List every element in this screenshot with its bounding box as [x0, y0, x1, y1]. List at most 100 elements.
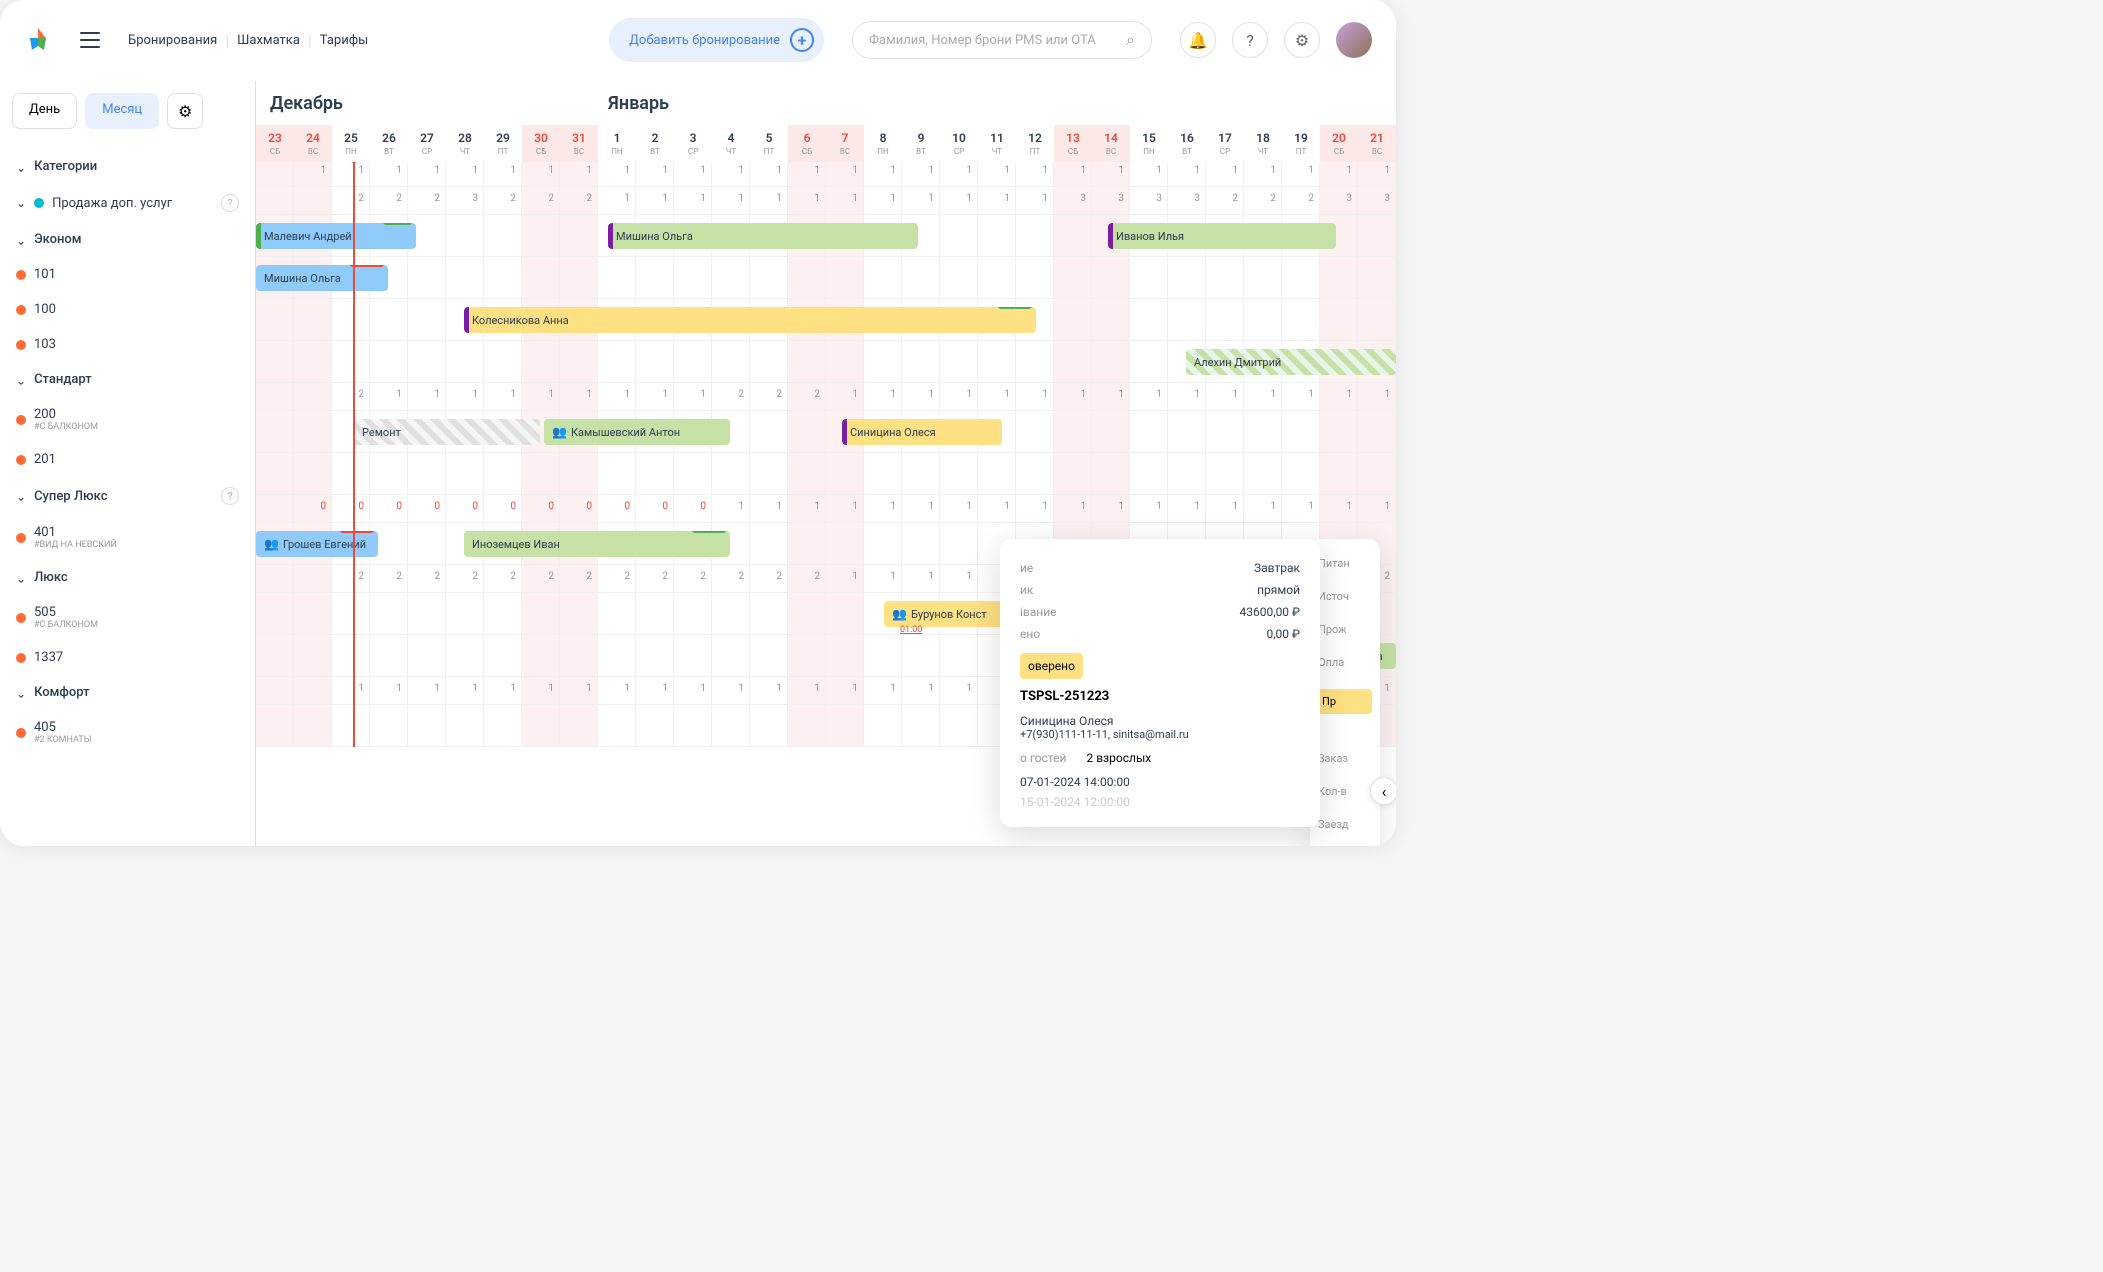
tooltip-labels: Питан Источ Прож Опла Пр Заказ Кол-в Зае… [1310, 539, 1380, 846]
day-col[interactable]: 1ПН [598, 125, 636, 162]
day-col[interactable]: 30СБ [522, 125, 560, 162]
month-january: Январь [594, 81, 683, 114]
booking-burunov[interactable]: 👥Бурунов Конст [884, 601, 1004, 627]
day-col[interactable]: 15ПН [1130, 125, 1168, 162]
nav-chess[interactable]: Шахматка [237, 29, 300, 52]
booking-remont[interactable]: Ремонт [354, 419, 540, 445]
booking-mishina2[interactable]: Мишина Ольга [608, 223, 918, 249]
menu-icon[interactable] [80, 32, 100, 48]
superlux-counts: 00000000000111111111111111111 [256, 495, 1396, 523]
day-col[interactable]: 2ВТ [636, 125, 674, 162]
collapse-panel-button[interactable]: ‹ [1370, 777, 1396, 805]
booking-mishina[interactable]: Мишина Ольга57940 [256, 265, 388, 291]
booking-kamyshevsky[interactable]: 👥Камышевский Антон [544, 419, 730, 445]
booking-inozemtsev[interactable]: Иноземцев Иван60340 [464, 531, 730, 557]
booking-alekhin[interactable]: Алехин Дмитрий [1186, 349, 1396, 375]
room-101[interactable]: 101 [12, 257, 243, 292]
settings-icon[interactable]: ⚙ [1284, 22, 1320, 58]
nav-bookings[interactable]: Бронирования [128, 29, 217, 52]
room-401[interactable]: 401#ВИД НА НЕВСКИЙ [12, 515, 243, 560]
search-icon[interactable]: ⌕ [1126, 30, 1135, 50]
room-100[interactable]: 100 [12, 292, 243, 327]
day-col[interactable]: 18ЧТ [1244, 125, 1282, 162]
add-booking-button[interactable]: Добавить бронирование + [609, 18, 824, 62]
room-201-track[interactable] [256, 453, 1396, 495]
day-col[interactable]: 3СР [674, 125, 712, 162]
room-201[interactable]: 201 [12, 442, 243, 477]
day-col[interactable]: 24ВС [294, 125, 332, 162]
day-col[interactable]: 16ВТ [1168, 125, 1206, 162]
search-wrap: ⌕ [852, 21, 1152, 59]
guest-contact: +7(930)111-11-11, sinitsa@mail.ru [1020, 728, 1300, 741]
category-Комфорт[interactable]: ⌃Комфорт [12, 675, 243, 710]
day-col[interactable]: 17СР [1206, 125, 1244, 162]
day-col[interactable]: 19ПТ [1282, 125, 1320, 162]
day-col[interactable]: 21ВС [1358, 125, 1396, 162]
people-icon: 👥 [552, 425, 567, 439]
room-103-track[interactable]: Колесникова Анна90720 [256, 299, 1396, 341]
category-Супер Люкс[interactable]: ⌃Супер Люкс? [12, 477, 243, 515]
day-col[interactable]: 6СБ [788, 125, 826, 162]
add-booking-label: Добавить бронирование [629, 33, 780, 48]
booking-code: TSPSL-251223 [1020, 689, 1300, 704]
booking-groshev[interactable]: 👥Грошев Евгений31030 [256, 531, 378, 557]
search-input[interactable] [869, 33, 1118, 48]
room-200[interactable]: 200#С БАЛКОНОМ [12, 397, 243, 442]
month-december: Декабрь [256, 81, 594, 114]
help-icon[interactable]: ? [221, 194, 239, 212]
category-Люкс[interactable]: ⌃Люкс [12, 560, 243, 595]
plus-icon: + [790, 28, 814, 52]
day-col[interactable]: 25ПН [332, 125, 370, 162]
day-col[interactable]: 10СР [940, 125, 978, 162]
avatar[interactable] [1336, 22, 1372, 58]
categories-row[interactable]: ⌃Категории [12, 149, 243, 184]
day-col[interactable]: 28ЧТ [446, 125, 484, 162]
day-col[interactable]: 20СБ [1320, 125, 1358, 162]
standart-header-track: Алехин Дмитрий [256, 341, 1396, 383]
day-col[interactable]: 5ПТ [750, 125, 788, 162]
day-col[interactable]: 13СБ [1054, 125, 1092, 162]
view-month-button[interactable]: Месяц [85, 93, 159, 129]
room-505[interactable]: 505#С БАЛКОНОМ [12, 595, 243, 640]
category-Эконом[interactable]: ⌃Эконом [12, 222, 243, 257]
booking-ivanov[interactable]: Иванов Илья [1108, 223, 1336, 249]
day-col[interactable]: 12ПТ [1016, 125, 1054, 162]
day-col[interactable]: 14ВС [1092, 125, 1130, 162]
guest-name: Синицина Олеся [1020, 714, 1300, 728]
booking-malevich[interactable]: Малевич Андрей3820 [256, 223, 416, 249]
room-1337[interactable]: 1337 [12, 640, 243, 675]
logo [24, 26, 52, 54]
status-badge: оверено [1020, 653, 1083, 679]
booking-kolesnikova[interactable]: Колесникова Анна90720 [464, 307, 1036, 333]
room-101-track[interactable]: Малевич Андрей3820 Мишина Ольга Иванов И… [256, 215, 1396, 257]
econom-counts: 2223222111111111111333322233 [256, 187, 1396, 215]
room-103[interactable]: 103 [12, 327, 243, 362]
addons-counts: 11111111111111111111111111111 [256, 159, 1396, 187]
day-col[interactable]: 11ЧТ [978, 125, 1016, 162]
room-405[interactable]: 405#2 КОМНАТЫ [12, 710, 243, 755]
day-col[interactable]: 27СР [408, 125, 446, 162]
chevron-up-icon: ⌃ [16, 160, 26, 174]
day-col[interactable]: 8ПН [864, 125, 902, 162]
day-col[interactable]: 7ВС [826, 125, 864, 162]
people-icon: 👥 [892, 607, 907, 621]
booking-sinitsina[interactable]: Синицина Олеся [842, 419, 1002, 445]
chevron-down-icon: ⌄ [16, 196, 26, 210]
help-icon[interactable]: ? [1232, 22, 1268, 58]
room-100-track[interactable]: Мишина Ольга57940 [256, 257, 1396, 299]
room-200-track[interactable]: Ремонт 👥Камышевский Антон Синицина Олеся [256, 411, 1396, 453]
view-settings-icon[interactable]: ⚙ [167, 93, 203, 129]
day-col[interactable]: 29ПТ [484, 125, 522, 162]
day-col[interactable]: 31ВС [560, 125, 598, 162]
addons-row[interactable]: ⌄Продажа доп. услуг? [12, 184, 243, 222]
day-col[interactable]: 26ВТ [370, 125, 408, 162]
day-col[interactable]: 9ВТ [902, 125, 940, 162]
category-Стандарт[interactable]: ⌃Стандарт [12, 362, 243, 397]
view-day-button[interactable]: День [12, 93, 77, 129]
standart-counts: 2111111111222111111111111111 [256, 383, 1396, 411]
nav-tariffs[interactable]: Тарифы [320, 29, 368, 52]
checkout-time: 15-01-2024 12:00:00 [1020, 795, 1300, 809]
day-col[interactable]: 23СБ [256, 125, 294, 162]
bell-icon[interactable]: 🔔 [1180, 22, 1216, 58]
day-col[interactable]: 4ЧТ [712, 125, 750, 162]
